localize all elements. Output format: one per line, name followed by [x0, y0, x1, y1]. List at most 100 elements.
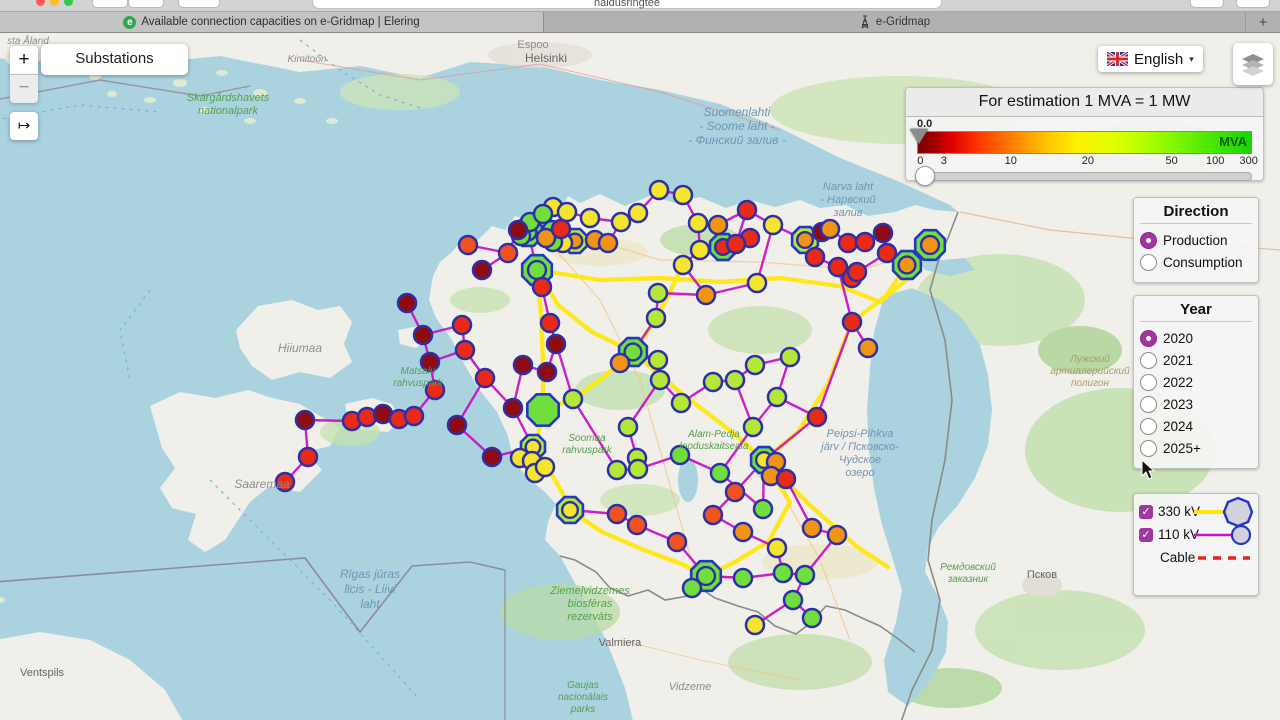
radio-icon[interactable]	[1140, 374, 1157, 391]
zoom-in-button[interactable]: +	[10, 46, 38, 75]
legend-row-330kv[interactable]: ✓ 330 kV	[1134, 496, 1258, 527]
substation-dot[interactable]	[666, 531, 688, 553]
substation-dot[interactable]	[724, 481, 746, 503]
substation-dot[interactable]	[742, 416, 764, 438]
substation-dot[interactable]	[772, 562, 794, 584]
substation-dot[interactable]	[649, 369, 671, 391]
substation-dot[interactable]	[837, 232, 859, 254]
substation-dot[interactable]	[732, 521, 754, 543]
substation-dot[interactable]	[617, 416, 639, 438]
substation-dot[interactable]	[707, 214, 729, 236]
radio-icon[interactable]	[1140, 440, 1157, 457]
substation-dot[interactable]	[396, 292, 418, 314]
substation-dot[interactable]	[854, 231, 876, 253]
substation-dot[interactable]	[695, 284, 717, 306]
substation-dot[interactable]	[403, 405, 425, 427]
substation-dot[interactable]	[606, 459, 628, 481]
radio-year-2021[interactable]: 2021	[1134, 350, 1258, 372]
substation-dot[interactable]	[702, 371, 724, 393]
substation-dot[interactable]	[689, 239, 711, 261]
substation-dot[interactable]	[709, 462, 731, 484]
substation-dot[interactable]	[539, 312, 561, 334]
substation-dot[interactable]	[752, 498, 774, 520]
tabs-overview-button[interactable]	[1236, 0, 1270, 8]
substation-dot[interactable]	[626, 514, 648, 536]
substation-dot[interactable]	[744, 354, 766, 376]
substation-dot[interactable]	[481, 446, 503, 468]
substation-dot[interactable]	[746, 272, 768, 294]
zoom-out-button[interactable]: −	[10, 75, 38, 103]
substation-dot[interactable]	[556, 201, 578, 223]
substation-dot[interactable]	[841, 311, 863, 333]
substation-hub-330kv[interactable]	[525, 392, 561, 428]
substation-dot[interactable]	[446, 414, 468, 436]
radio-icon[interactable]	[1140, 232, 1157, 249]
substation-dot[interactable]	[471, 259, 493, 281]
substation-dot[interactable]	[801, 517, 823, 539]
substation-dot[interactable]	[876, 242, 898, 264]
radio-icon[interactable]	[1140, 330, 1157, 347]
tab-egridmap[interactable]: e-Gridmap	[544, 12, 1246, 32]
substation-dot[interactable]	[647, 282, 669, 304]
substation-dot[interactable]	[606, 503, 628, 525]
close-window-button[interactable]	[36, 0, 45, 6]
substation-dot[interactable]	[744, 614, 766, 636]
tab-elering-active[interactable]: e Available connection capacities on e-G…	[0, 12, 544, 32]
substation-dot[interactable]	[779, 346, 801, 368]
substation-dot[interactable]	[512, 354, 534, 376]
back-button[interactable]	[92, 0, 128, 8]
substation-dot[interactable]	[732, 567, 754, 589]
substation-dot[interactable]	[762, 214, 784, 236]
substation-dot[interactable]	[526, 259, 548, 281]
substation-dot[interactable]	[725, 233, 747, 255]
scale-marker-icon[interactable]	[910, 129, 928, 144]
substation-dot[interactable]	[545, 333, 567, 355]
substation-dot[interactable]	[766, 386, 788, 408]
substation-dot[interactable]	[610, 211, 632, 233]
language-selector[interactable]: English ▾	[1098, 46, 1203, 72]
substation-dot[interactable]	[562, 388, 584, 410]
address-bar[interactable]: haldusringtee	[312, 0, 942, 9]
substation-dot[interactable]	[451, 314, 473, 336]
substation-dot[interactable]	[857, 337, 879, 359]
substation-dot[interactable]	[795, 230, 815, 250]
substation-dot[interactable]	[531, 276, 553, 298]
radio-production[interactable]: Production	[1134, 230, 1258, 252]
substation-dot[interactable]	[681, 577, 703, 599]
radio-icon[interactable]	[1140, 254, 1157, 271]
substation-dot[interactable]	[687, 212, 709, 234]
substation-dot[interactable]	[775, 468, 797, 490]
substation-dot[interactable]	[297, 446, 319, 468]
substation-dot[interactable]	[647, 349, 669, 371]
substation-dot[interactable]	[507, 219, 529, 241]
substation-dot[interactable]	[412, 324, 434, 346]
substation-dot[interactable]	[804, 246, 826, 268]
substation-dot[interactable]	[454, 339, 476, 361]
radio-icon[interactable]	[1140, 418, 1157, 435]
layers-button[interactable]	[1233, 43, 1273, 85]
minimize-window-button[interactable]	[50, 0, 59, 6]
substation-dot[interactable]	[872, 222, 894, 244]
substation-dot[interactable]	[502, 397, 524, 419]
radio-year-2022[interactable]: 2022	[1134, 372, 1258, 394]
substation-dot[interactable]	[794, 564, 816, 586]
substation-dot[interactable]	[648, 179, 670, 201]
slider-handle[interactable]	[915, 166, 935, 186]
fullscreen-window-button[interactable]	[64, 0, 73, 6]
substation-dot[interactable]	[550, 218, 572, 240]
sidebar-button[interactable]	[178, 0, 220, 8]
checkbox-330kv[interactable]: ✓	[1139, 504, 1153, 519]
substation-dot[interactable]	[627, 458, 649, 480]
substation-dot[interactable]	[702, 504, 724, 526]
share-button[interactable]	[1190, 0, 1224, 8]
radio-year-2020[interactable]: 2020	[1134, 328, 1258, 350]
substation-dot[interactable]	[497, 242, 519, 264]
substation-dot[interactable]	[919, 234, 941, 256]
radio-consumption[interactable]: Consumption	[1134, 252, 1258, 274]
substation-dot[interactable]	[457, 234, 479, 256]
substation-dot[interactable]	[736, 199, 758, 221]
radio-icon[interactable]	[1140, 352, 1157, 369]
substation-dot[interactable]	[846, 261, 868, 283]
substation-dot[interactable]	[672, 184, 694, 206]
substations-button[interactable]: Substations	[41, 44, 188, 75]
